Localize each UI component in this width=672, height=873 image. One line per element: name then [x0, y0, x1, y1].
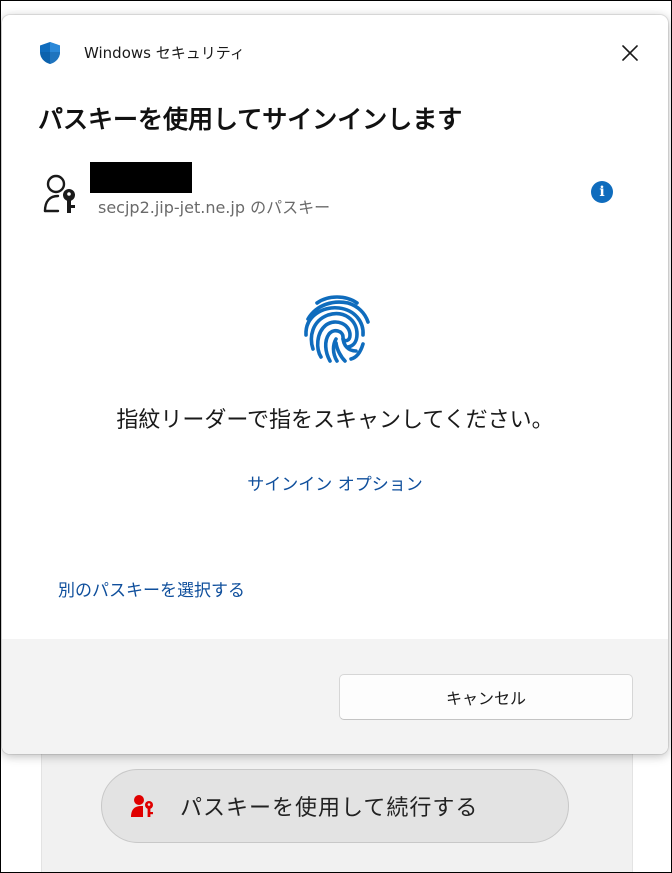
dialog-app-title: Windows セキュリティ: [84, 44, 245, 62]
close-button[interactable]: [616, 39, 644, 67]
dialog-titlebar: Windows セキュリティ: [2, 15, 668, 75]
signin-options-link[interactable]: サインイン オプション: [2, 473, 668, 497]
fingerprint-instruction: 指紋リーダーで指をスキャンしてください。: [116, 408, 554, 433]
info-icon[interactable]: i: [591, 181, 613, 203]
choose-other-passkey-link[interactable]: 別のパスキーを選択する: [58, 579, 245, 603]
account-name-redacted: [90, 162, 192, 193]
dialog-footer: キャンセル: [2, 639, 668, 754]
shield-icon: [38, 41, 62, 65]
continue-with-passkey-button[interactable]: パスキーを使用して続行する: [101, 769, 569, 843]
fingerprint-icon: [300, 291, 374, 365]
person-key-icon: [42, 173, 82, 217]
cancel-button[interactable]: キャンセル: [339, 674, 633, 720]
screenshot-frame: パスキーを使用して続行する Windows セキュリティ パスキーを使用してサイ…: [0, 0, 672, 873]
person-key-icon: [128, 791, 158, 821]
dialog-heading: パスキーを使用してサインインします: [38, 105, 463, 134]
continue-button-label: パスキーを使用して続行する: [180, 796, 479, 821]
account-passkey-domain: secjp2.jip-jet.ne.jp のパスキー: [98, 198, 331, 217]
close-icon: [622, 45, 638, 61]
windows-security-dialog: Windows セキュリティ パスキーを使用してサインインします secjp2.…: [2, 15, 668, 754]
